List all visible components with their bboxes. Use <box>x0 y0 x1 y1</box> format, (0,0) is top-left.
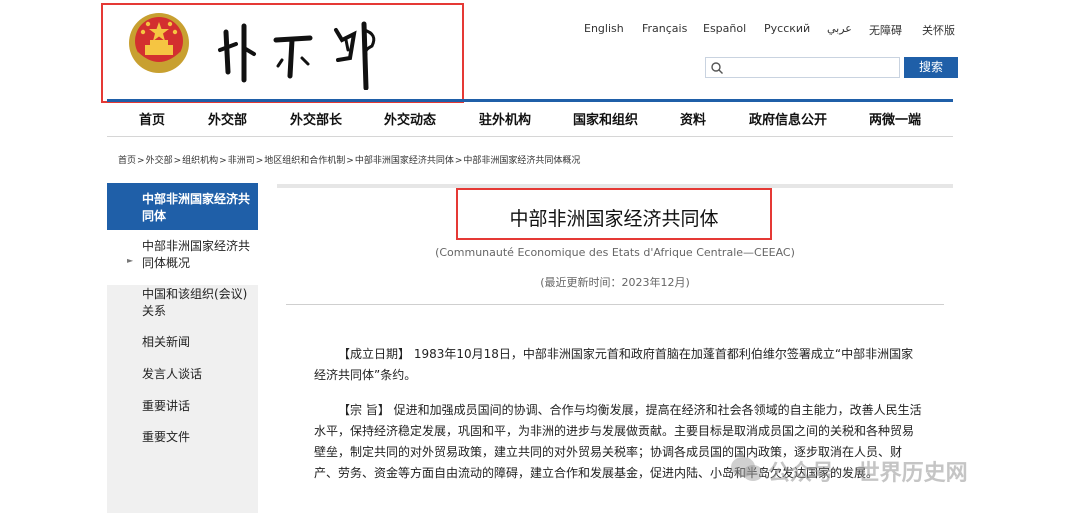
search-icon <box>711 62 723 74</box>
watermark-text: 公众号 · 世界历史网 <box>768 461 968 486</box>
sidebar-item-label: 重要讲话 <box>142 399 191 413</box>
founding-date-label: 【成立日期】 <box>338 347 411 361</box>
lang-spanish-link[interactable]: Español <box>703 22 746 35</box>
sidebar-item-label: 中国和该组织(会议)关系 <box>142 287 248 318</box>
search-field[interactable] <box>705 57 900 80</box>
breadcrumb: 首页>外交部>组织机构>非洲司>地区组织和合作机制>中部非洲国家经济共同体>中部… <box>118 156 581 166</box>
sidebar-item-label: 相关新闻 <box>142 335 191 349</box>
last-updated: (最近更新时间：2023年12月) <box>540 276 690 289</box>
breadcrumb-ceeac-overview[interactable]: 中部非洲国家经济共同体概况 <box>463 156 580 166</box>
content-divider <box>286 304 944 305</box>
nav-gov-info[interactable]: 政府信息公开 <box>749 109 827 128</box>
sidebar-item-news[interactable]: 相关新闻 <box>107 334 258 351</box>
sidebar-item-documents[interactable]: 重要文件 <box>107 429 258 446</box>
sidebar-item-china-relations[interactable]: 中国和该组织(会议)关系 <box>107 286 258 320</box>
lang-russian-link[interactable]: Русский <box>764 22 810 35</box>
nav-weibo-wechat-app[interactable]: 两微一端 <box>869 109 921 128</box>
sidebar-item-speeches[interactable]: 重要讲话 <box>107 398 258 415</box>
sidebar-item-label: 中部非洲国家经济共同体概况 <box>142 239 251 270</box>
sidebar-item-overview[interactable]: ► 中部非洲国家经济共同体概况 <box>107 230 258 285</box>
national-emblem-icon <box>129 13 189 73</box>
search-bar: 搜索 <box>705 57 958 80</box>
care-mode-link[interactable]: 关怀版 <box>922 22 955 38</box>
lang-arabic-link[interactable]: عربي <box>827 22 852 35</box>
sidebar: 中部非洲国家经济共同体 ► 中部非洲国家经济共同体概况 中国和该组织(会议)关系… <box>107 183 258 513</box>
nav-home[interactable]: 首页 <box>139 109 165 128</box>
ministry-calligraphy-logo <box>218 21 376 90</box>
sidebar-heading[interactable]: 中部非洲国家经济共同体 <box>107 183 258 230</box>
breadcrumb-ceeac[interactable]: 中部非洲国家经济共同体 <box>355 156 454 166</box>
breadcrumb-ministry[interactable]: 外交部 <box>146 156 173 166</box>
chevron-right-icon: ► <box>127 256 134 265</box>
breadcrumb-home[interactable]: 首页 <box>118 156 136 166</box>
nav-resources[interactable]: 资料 <box>680 109 706 128</box>
nav-minister[interactable]: 外交部长 <box>290 109 342 128</box>
nav-countries-organizations[interactable]: 国家和组织 <box>573 109 638 128</box>
search-input[interactable] <box>726 60 896 80</box>
nav-bottom-rule <box>107 136 953 137</box>
breadcrumb-africa-dept[interactable]: 非洲司 <box>228 156 255 166</box>
accessibility-link[interactable]: 无障碍 <box>869 22 902 38</box>
wechat-watermark-icon <box>731 457 763 481</box>
page-subtitle: (Communauté Economique des Etats d'Afriq… <box>435 246 795 259</box>
nav-missions-abroad[interactable]: 驻外机构 <box>479 109 531 128</box>
sidebar-item-spokesperson[interactable]: 发言人谈话 <box>107 366 258 383</box>
sidebar-item-label: 发言人谈话 <box>142 367 203 381</box>
nav-diplomatic-news[interactable]: 外交动态 <box>384 109 436 128</box>
page-title: 中部非洲国家经济共同体 <box>509 208 719 230</box>
nav-top-rule <box>107 99 953 102</box>
language-bar: English Français Español Русский عربي 无障… <box>570 22 955 38</box>
breadcrumb-regional-orgs[interactable]: 地区组织和合作机制 <box>264 156 345 166</box>
purpose-label: 【宗 旨】 <box>338 403 390 417</box>
lang-french-link[interactable]: Français <box>642 22 687 35</box>
nav-ministry[interactable]: 外交部 <box>208 109 247 128</box>
sidebar-item-label: 重要文件 <box>142 430 191 444</box>
breadcrumb-organization[interactable]: 组织机构 <box>182 156 218 166</box>
paragraph-founding-date: 【成立日期】 1983年10月18日，中部非洲国家元首和政府首脑在加蓬首都利伯维… <box>314 344 924 386</box>
search-button[interactable]: 搜索 <box>904 57 958 78</box>
lang-english-link[interactable]: English <box>584 22 624 35</box>
main-nav: 首页 外交部 外交部长 外交动态 驻外机构 国家和组织 资料 政府信息公开 两微… <box>107 105 953 133</box>
